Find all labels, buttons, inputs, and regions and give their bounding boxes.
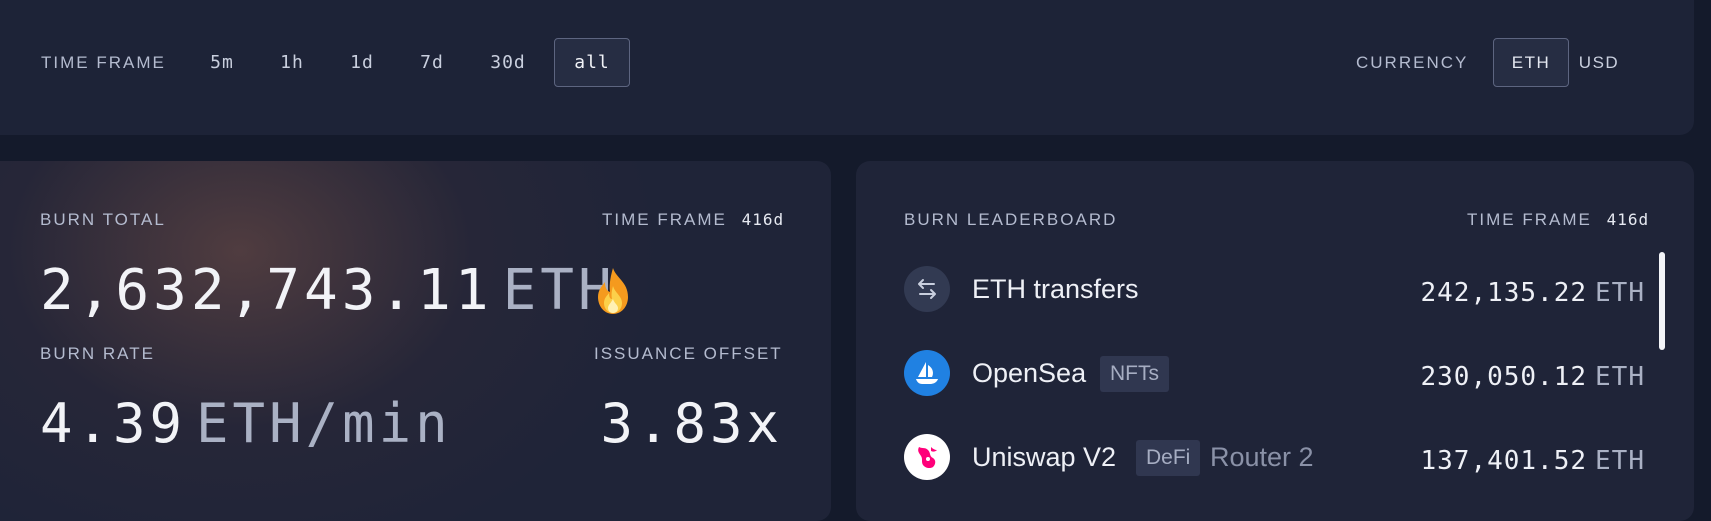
burn-rate-unit: ETH/min xyxy=(196,392,452,455)
currency-label: CURRENCY xyxy=(1356,53,1469,72)
leaderboard-scrollbar[interactable] xyxy=(1659,252,1665,350)
leaderboard-time-frame: TIME FRAME 416d xyxy=(1467,210,1649,230)
leaderboard-row-amount: 242,135.22 ETH xyxy=(1420,278,1645,308)
leaderboard-row[interactable]: Uniswap V2 DeFi Router 2 xyxy=(904,434,1424,482)
uniswap-icon xyxy=(904,434,950,480)
issuance-offset-label: ISSUANCE OFFSET xyxy=(594,344,783,363)
time-frame-1h-button[interactable]: 1h xyxy=(257,38,327,87)
leaderboard-row[interactable]: ETH transfers xyxy=(904,266,1424,314)
leaderboard-row-amount: 137,401.52 ETH xyxy=(1420,446,1645,476)
burn-total-amount: 2,632,743.11 xyxy=(40,258,493,323)
time-frame-value: 416d xyxy=(1606,210,1650,229)
burn-total-value: 2,632,743.11 ETH xyxy=(40,258,616,323)
time-frame-label: TIME FRAME xyxy=(41,53,166,72)
time-frame-label: TIME FRAME xyxy=(1467,210,1592,229)
flame-icon xyxy=(598,268,628,314)
time-frame-30d-button[interactable]: 30d xyxy=(473,38,543,87)
leaderboard-row-detail: Router 2 xyxy=(1210,442,1314,472)
time-frame-1d-button[interactable]: 1d xyxy=(327,38,397,87)
time-frame-label: TIME FRAME xyxy=(602,210,727,229)
amount-value: 137,401.52 xyxy=(1420,446,1588,476)
time-frame-5m-button[interactable]: 5m xyxy=(187,38,257,87)
currency-usd-button[interactable]: USD xyxy=(1569,38,1629,87)
amount-unit: ETH xyxy=(1595,446,1645,476)
category-tag: NFTs xyxy=(1100,356,1169,392)
transfer-arrows-icon xyxy=(904,266,950,312)
amount-unit: ETH xyxy=(1595,278,1645,308)
category-tag: DeFi xyxy=(1136,440,1201,476)
leaderboard-row-name: Uniswap V2 xyxy=(972,442,1117,472)
issuance-offset-value: 3.83x xyxy=(600,392,783,455)
burn-rate-value: 4.39 ETH/min xyxy=(40,392,452,455)
burn-total-label: BURN TOTAL xyxy=(40,210,166,229)
burn-total-time-frame: TIME FRAME 416d xyxy=(602,210,784,230)
amount-value: 242,135.22 xyxy=(1420,278,1588,308)
time-frame-value: 416d xyxy=(741,210,785,229)
amount-unit: ETH xyxy=(1595,362,1645,392)
leaderboard-row-name: ETH transfers xyxy=(972,274,1139,304)
leaderboard-row[interactable]: OpenSea NFTs xyxy=(904,350,1424,398)
currency-eth-button[interactable]: ETH xyxy=(1493,38,1569,87)
leaderboard-row-amount: 230,050.12 ETH xyxy=(1420,362,1645,392)
amount-value: 230,050.12 xyxy=(1420,362,1588,392)
opensea-icon xyxy=(904,350,950,396)
burn-rate-amount: 4.39 xyxy=(40,392,187,455)
time-frame-all-button[interactable]: all xyxy=(554,38,630,87)
time-frame-7d-button[interactable]: 7d xyxy=(397,38,467,87)
leaderboard-row-name: OpenSea xyxy=(972,358,1087,388)
burn-rate-label: BURN RATE xyxy=(40,344,155,363)
leaderboard-title: BURN LEADERBOARD xyxy=(904,210,1118,229)
